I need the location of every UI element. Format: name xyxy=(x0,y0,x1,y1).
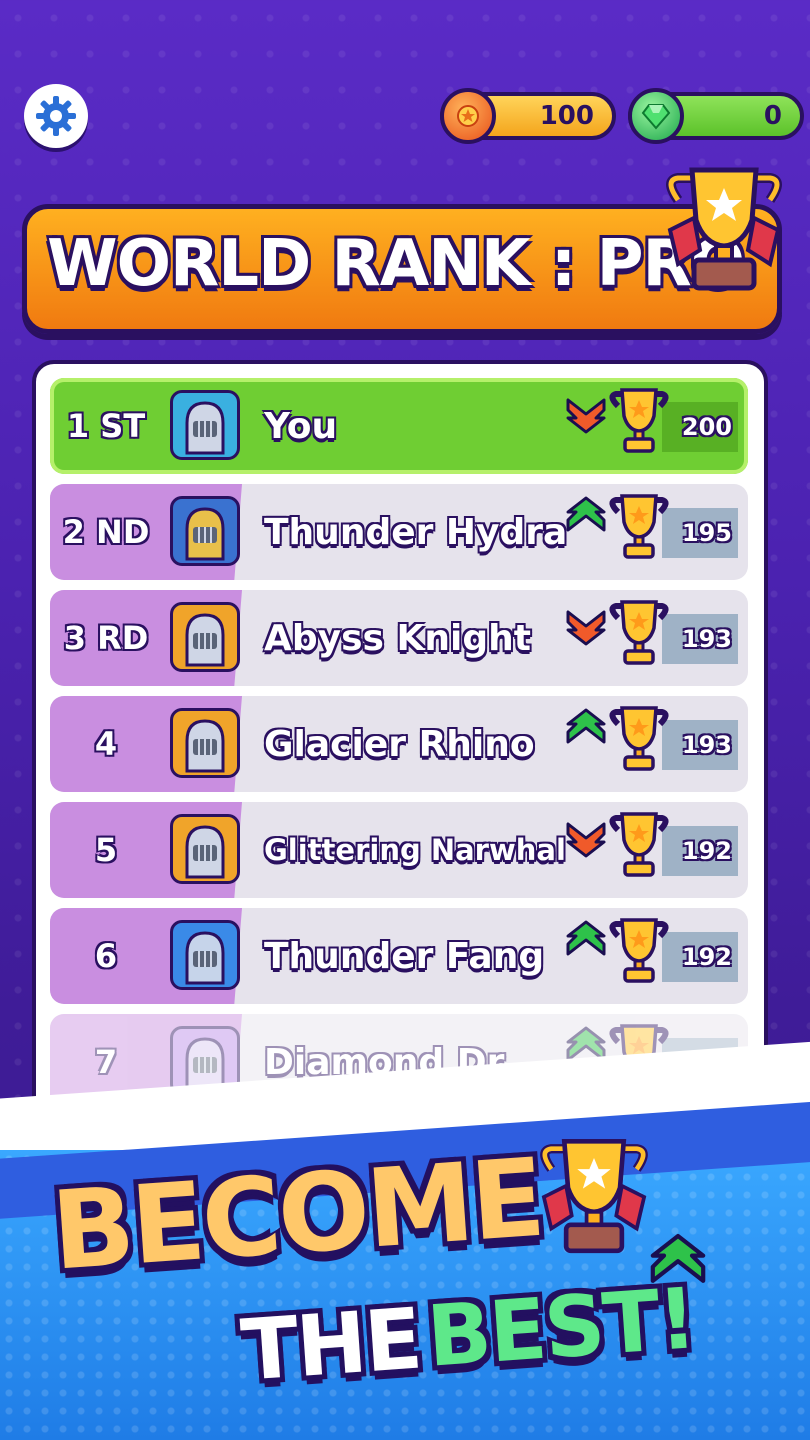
chevron-up-icon xyxy=(566,496,606,532)
avatar xyxy=(170,920,240,990)
chevron-up-icon xyxy=(566,708,606,744)
leaderboard-row[interactable]: 2 ND Thunder Hydra 195 xyxy=(50,484,748,580)
rank-label: 4 xyxy=(94,725,118,763)
rank-label: 1 ST xyxy=(66,407,146,445)
rank-label: 5 xyxy=(94,831,118,869)
leaderboard-row[interactable]: 3 RD Abyss Knight 193 xyxy=(50,590,748,686)
score-value: 192 xyxy=(662,932,738,982)
score-value: 193 xyxy=(662,614,738,664)
coin-amount: 100 xyxy=(539,101,594,131)
rank-label: 6 xyxy=(94,937,118,975)
promo-the-text: THE xyxy=(238,1289,424,1400)
leaderboard-row-you[interactable]: 1 ST You 200 xyxy=(50,378,748,474)
trophy-icon xyxy=(609,600,669,665)
coin-icon xyxy=(440,88,496,144)
leaderboard-row[interactable]: 5 Glittering Narwhal 192 xyxy=(50,802,748,898)
trophy-icon xyxy=(609,706,669,771)
avatar xyxy=(170,708,240,778)
score-value: 195 xyxy=(662,508,738,558)
score-value: 200 xyxy=(662,402,738,452)
chevron-up-icon xyxy=(566,920,606,956)
score-value: 193 xyxy=(662,720,738,770)
chevron-down-icon xyxy=(566,822,606,858)
player-name: You xyxy=(264,405,338,447)
gem-counter[interactable]: 0 xyxy=(628,88,804,144)
leaderboard-row[interactable]: 6 Thunder Fang 192 xyxy=(50,908,748,1004)
leaderboard-panel[interactable]: 1 ST You 200 2 ND Thunder Hydra 195 3 RD Abyss … xyxy=(32,360,768,1120)
gem-amount: 0 xyxy=(763,101,782,131)
banner-title: WORLD RANK : PRO xyxy=(47,227,745,301)
player-name: Abyss Knight xyxy=(264,617,531,659)
leaderboard-row[interactable]: 4 Glacier Rhino 193 xyxy=(50,696,748,792)
player-name: Glacier Rhino xyxy=(264,723,535,765)
avatar xyxy=(170,814,240,884)
chevron-up-icon xyxy=(650,1233,706,1283)
rank-label: 3 RD xyxy=(63,619,149,657)
chevron-down-icon xyxy=(566,398,606,434)
trophy-icon xyxy=(609,494,669,559)
gem-icon xyxy=(628,88,684,144)
player-name: Thunder Fang xyxy=(264,935,545,977)
score-value: 192 xyxy=(662,826,738,876)
trophy-icon xyxy=(609,918,669,983)
settings-button[interactable] xyxy=(24,84,88,148)
avatar xyxy=(170,602,240,672)
trophy-icon xyxy=(666,167,782,291)
coin-counter[interactable]: 100 xyxy=(440,88,616,144)
player-name: Glittering Narwhal xyxy=(264,833,566,867)
chevron-down-icon xyxy=(566,610,606,646)
player-name: Thunder Hydra xyxy=(264,511,568,553)
gear-icon xyxy=(36,96,76,136)
trophy-icon xyxy=(609,388,669,453)
avatar xyxy=(170,496,240,566)
rank-label: 2 ND xyxy=(62,513,150,551)
trophy-icon xyxy=(609,812,669,877)
avatar xyxy=(170,390,240,460)
trophy-icon xyxy=(540,1138,648,1254)
